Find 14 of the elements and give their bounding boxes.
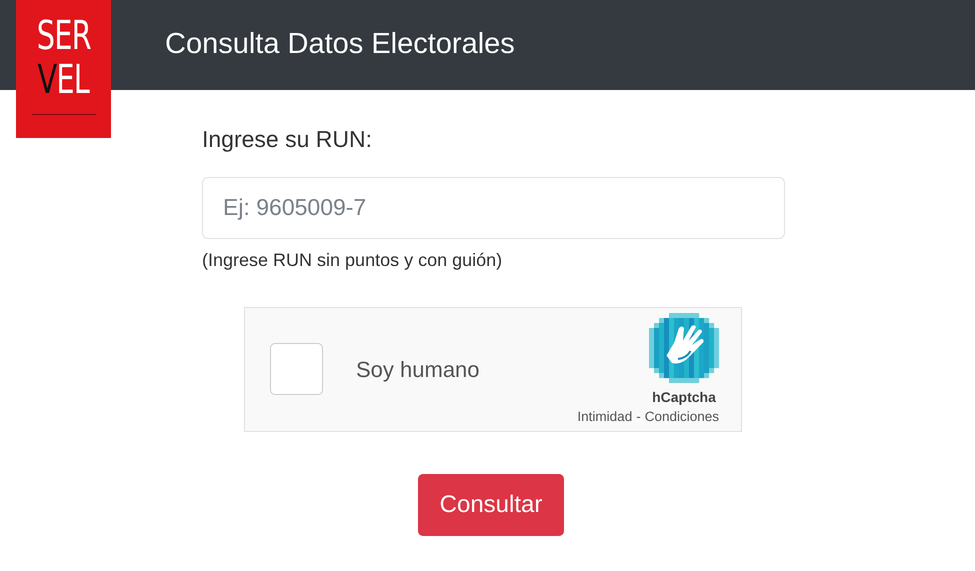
logo-text: VEL [38,58,90,102]
privacy-link[interactable]: Intimidad [577,407,632,428]
submit-button[interactable]: Consultar [418,474,564,536]
field-label: Ingrese su RUN: [202,125,372,154]
captcha-checkbox[interactable] [270,343,323,395]
run-input-field[interactable]: Ej: 9605009-7 [202,176,785,238]
terms-link[interactable]: Condiciones [644,407,719,428]
brand-text: hCaptcha [652,388,716,407]
captcha-label: Soy humano [356,356,480,384]
separator-text: - [636,408,641,426]
hand-logo-icon [649,312,719,382]
help-text: (Ingrese RUN sin puntos y con guión) [202,248,502,272]
logo-text: SER [36,14,91,58]
page-title: Consulta Datos Electorales [165,27,515,62]
